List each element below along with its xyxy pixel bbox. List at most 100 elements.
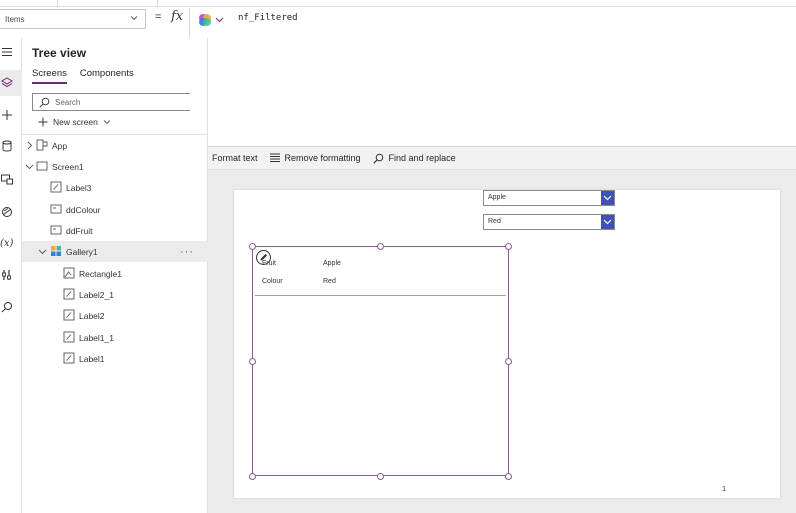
search-icon (372, 153, 383, 164)
tree-node-ddcolour[interactable]: ddColour (22, 199, 208, 220)
gallery-row-separator (255, 295, 506, 296)
fx-icon[interactable]: fx (171, 9, 183, 24)
app-icon (36, 139, 48, 151)
tree-node-label: Label2_1 (79, 289, 114, 300)
gallery-fruit-value: Apple (323, 260, 341, 267)
tree-node-screen1[interactable]: Screen1 (22, 156, 208, 177)
label-icon (63, 331, 75, 343)
tree-node-label: Gallery1 (66, 246, 98, 257)
paint-icon[interactable] (0, 205, 14, 219)
find-replace-button[interactable]: Find and replace (372, 153, 456, 164)
chevron-down-icon[interactable] (25, 162, 34, 171)
layers-icon[interactable] (0, 76, 14, 90)
search-icon[interactable] (0, 300, 14, 314)
gallery-colour-label: Colour (262, 278, 283, 285)
dropdown-fruit-button[interactable] (601, 191, 614, 205)
left-rail: (x) (0, 38, 22, 513)
screen-icon (36, 161, 48, 171)
resize-handle-se[interactable] (505, 473, 512, 480)
tree-view-panel: Tree view Screens Components Search New … (22, 38, 208, 513)
tree-node-label: Label1 (79, 353, 105, 364)
resize-handle-sw[interactable] (249, 473, 256, 480)
resize-handle-nw[interactable] (249, 243, 256, 250)
chevron-down-icon (130, 16, 138, 21)
tree-node-rectangle1[interactable]: Rectangle1 (22, 263, 208, 284)
dropdown-fruit-value: Apple (488, 194, 506, 201)
more-options-button[interactable]: ··· (180, 246, 194, 258)
dropdown-icon (50, 204, 62, 214)
label-icon (63, 352, 75, 364)
tree-node-label2[interactable]: Label2 (22, 305, 208, 326)
chevron-down-icon[interactable] (38, 247, 47, 256)
plus-icon[interactable] (0, 108, 14, 122)
chevron-down-icon[interactable] (215, 15, 224, 24)
tree-node-label1[interactable]: Label1 (22, 348, 208, 369)
dropdown-colour-button[interactable] (601, 215, 614, 229)
tree-node-label: Screen1 (52, 161, 84, 172)
tree-node-label: Label1_1 (79, 332, 114, 343)
new-screen-label: New screen (53, 117, 98, 127)
svg-text:(x): (x) (0, 238, 14, 249)
tree-node-label: ddColour (66, 204, 101, 215)
screen-artboard[interactable]: Apple Red Fruit Apple Colour Red 1 (234, 190, 780, 498)
tree-node-label3[interactable]: Label3 (22, 177, 208, 198)
hamburger-icon[interactable] (0, 45, 14, 59)
gallery-icon (51, 246, 61, 256)
top-divider (157, 0, 158, 7)
rectangle-icon (63, 267, 75, 279)
label-icon (63, 309, 75, 321)
new-screen-button[interactable]: New screen (38, 117, 116, 127)
dropdown-colour[interactable]: Red (483, 214, 615, 230)
tree-node-label: App (52, 140, 68, 151)
dropdown-fruit[interactable]: Apple (483, 190, 615, 206)
dropdown-icon (50, 225, 62, 235)
top-strip (0, 0, 796, 7)
tools-icon[interactable] (0, 268, 14, 282)
database-icon[interactable] (0, 139, 14, 153)
resize-handle-n[interactable] (377, 243, 384, 250)
tree-node-label1-1[interactable]: Label1_1 (22, 327, 208, 348)
tree-node-gallery1[interactable]: Gallery1 ··· (22, 241, 208, 262)
remove-formatting-icon (269, 153, 280, 162)
format-text-label: Format text (212, 153, 258, 163)
media-icon[interactable] (0, 172, 14, 186)
plus-icon (38, 117, 48, 127)
formula-toolbar: Format text Remove formatting Find and r… (189, 147, 796, 170)
variables-icon[interactable]: (x) (0, 235, 14, 249)
resize-handle-ne[interactable] (505, 243, 512, 250)
top-divider (57, 0, 58, 7)
equals-sign: = (155, 11, 162, 23)
canvas-area: Apple Red Fruit Apple Colour Red 1 (208, 170, 796, 513)
tab-components[interactable]: Components (80, 68, 134, 84)
formula-text[interactable]: nf_Filtered (238, 13, 298, 23)
chevron-right-icon[interactable] (25, 141, 34, 150)
tree-search-input[interactable]: Search (32, 93, 190, 111)
remove-formatting-label: Remove formatting (284, 153, 361, 163)
gallery1[interactable]: Fruit Apple Colour Red (252, 246, 509, 476)
copilot-icon[interactable] (198, 13, 212, 27)
chevron-down-icon (603, 195, 612, 201)
tree-node-ddfruit[interactable]: ddFruit (22, 220, 208, 241)
tree-node-label2-1[interactable]: Label2_1 (22, 284, 208, 305)
tree-node-label: Label2 (79, 310, 105, 321)
tree-node-app[interactable]: App (22, 135, 208, 156)
tree-node-label: ddFruit (66, 225, 93, 236)
tab-screens[interactable]: Screens (32, 68, 67, 84)
dropdown-colour-value: Red (488, 218, 501, 225)
remove-formatting-button[interactable]: Remove formatting (269, 153, 361, 163)
gallery-colour-value: Red (323, 278, 336, 285)
resize-handle-s[interactable] (377, 473, 384, 480)
chevron-down-icon (103, 120, 111, 125)
page-number: 1 (722, 486, 726, 493)
search-placeholder: Search (55, 97, 81, 107)
property-dropdown[interactable]: Items (0, 9, 146, 29)
gallery-fruit-label: Fruit (262, 260, 276, 267)
tree-node-label: Label3 (66, 182, 92, 193)
find-replace-label: Find and replace (388, 153, 456, 163)
tree-node-label: Rectangle1 (79, 268, 123, 279)
label-icon (63, 288, 75, 300)
formula-editor[interactable]: nf_Filtered (189, 8, 796, 147)
resize-handle-e[interactable] (505, 358, 512, 365)
search-icon (39, 97, 50, 108)
resize-handle-w[interactable] (249, 358, 256, 365)
